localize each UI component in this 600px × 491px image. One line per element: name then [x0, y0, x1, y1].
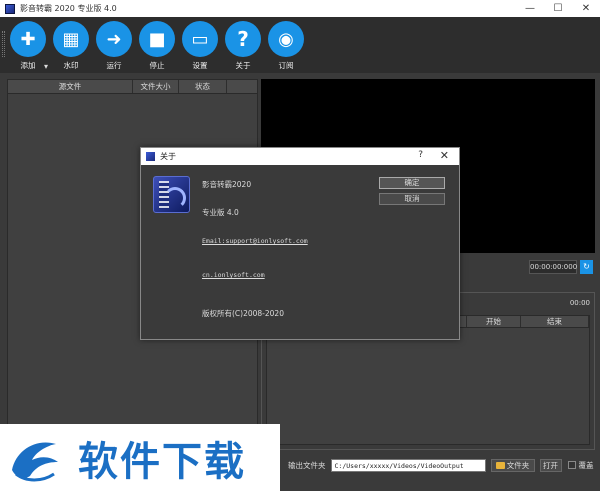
minimize-button[interactable]: — — [516, 0, 544, 17]
choose-folder-button[interactable]: 文件夹 — [490, 458, 535, 472]
subscribe-label: 订阅 — [278, 61, 294, 70]
stop-icon: ■ — [139, 21, 175, 57]
dragon-logo-icon — [12, 441, 58, 481]
file-list-header: 源文件 文件大小 状态 — [8, 80, 257, 94]
dial-icon — [164, 187, 186, 209]
product-edition: 专业版 4.0 — [202, 208, 239, 217]
settings-button[interactable]: ▭ 设置 — [180, 21, 220, 71]
folder-icon — [495, 461, 505, 469]
dialog-title: 关于 — [160, 152, 176, 161]
open-button[interactable]: 打开 — [539, 458, 562, 472]
stop-button[interactable]: ■ 停止 — [137, 21, 177, 71]
subscribe-button[interactable]: ◉ 订阅 — [266, 21, 306, 71]
run-button[interactable]: ➜ 运行 — [94, 21, 134, 71]
watermark-label: 水印 — [63, 61, 79, 70]
about-label: 关于 — [235, 61, 251, 70]
column-source-file[interactable]: 源文件 — [8, 80, 133, 93]
product-name: 影音转霸2020 — [202, 180, 252, 189]
output-folder-label: 输出文件夹 — [288, 460, 326, 470]
output-path-field[interactable]: C:/Users/xxxxx/Videos/VideoOutput — [330, 458, 486, 472]
app-icon — [5, 3, 15, 14]
overwrite-label: 覆盖 — [578, 460, 594, 470]
checkbox-box[interactable] — [567, 461, 576, 469]
toolbar-grip[interactable] — [2, 31, 5, 57]
website-link[interactable]: cn.ionlysoft.com — [202, 271, 265, 279]
dialog-app-icon — [146, 152, 155, 161]
maximize-button[interactable]: ☐ — [544, 0, 572, 17]
question-icon: ? — [225, 21, 261, 57]
about-dialog: 关于 ? ✕ 影音转霸2020 专业版 4.0 Email:support@io… — [140, 147, 460, 340]
add-dropdown-arrow[interactable]: ▾ — [44, 62, 48, 71]
column-file-size[interactable]: 文件大小 — [133, 80, 179, 93]
watermark-banner: 软件下载 — [0, 424, 280, 491]
output-bar: 输出文件夹 C:/Users/xxxxx/Videos/VideoOutput … — [280, 456, 600, 474]
copyright-text: 版权所有(C)2008-2020 — [202, 309, 284, 318]
refresh-icon[interactable]: ↻ — [580, 260, 593, 274]
watermark-text: 软件下载 — [78, 438, 246, 485]
add-button[interactable]: ✚ 添加 — [8, 21, 48, 71]
overwrite-checkbox[interactable]: 覆盖 — [567, 460, 594, 471]
settings-label: 设置 — [192, 61, 208, 70]
ok-button[interactable]: 确定 — [379, 177, 445, 189]
monitor-icon: ▭ — [182, 21, 218, 57]
dialog-title-bar: 关于 ? ✕ — [141, 148, 459, 165]
column-end[interactable]: 结束 — [521, 316, 589, 327]
segment-time: 00:00 — [569, 299, 590, 307]
about-button[interactable]: ? 关于 — [223, 21, 263, 71]
preview-time: 00:00:00:000 — [529, 260, 577, 274]
close-button[interactable]: ✕ — [572, 0, 600, 17]
help-icon[interactable]: ? — [418, 150, 423, 160]
stop-label: 停止 — [149, 61, 165, 70]
title-bar: 影音转霸 2020 专业版 4.0 — ☐ ✕ — [0, 0, 600, 17]
run-label: 运行 — [106, 61, 122, 70]
email-link[interactable]: Email:support@ionlysoft.com — [202, 237, 308, 245]
window-title: 影音转霸 2020 专业版 4.0 — [20, 4, 117, 13]
watermark-button[interactable]: ▦ 水印 — [51, 21, 91, 71]
product-logo — [153, 176, 190, 213]
window-controls: — ☐ ✕ — [516, 0, 600, 17]
column-status[interactable]: 状态 — [179, 80, 227, 93]
add-label: 添加 — [20, 61, 36, 70]
dialog-close-button[interactable]: ✕ — [440, 149, 449, 162]
cancel-button[interactable]: 取消 — [379, 193, 445, 205]
rss-icon: ◉ — [268, 21, 304, 57]
folder-button-label: 文件夹 — [506, 460, 530, 470]
arrow-right-icon: ➜ — [96, 21, 132, 57]
plus-icon: ✚ — [10, 21, 46, 57]
film-icon: ▦ — [53, 21, 89, 57]
column-start[interactable]: 开始 — [467, 316, 521, 327]
